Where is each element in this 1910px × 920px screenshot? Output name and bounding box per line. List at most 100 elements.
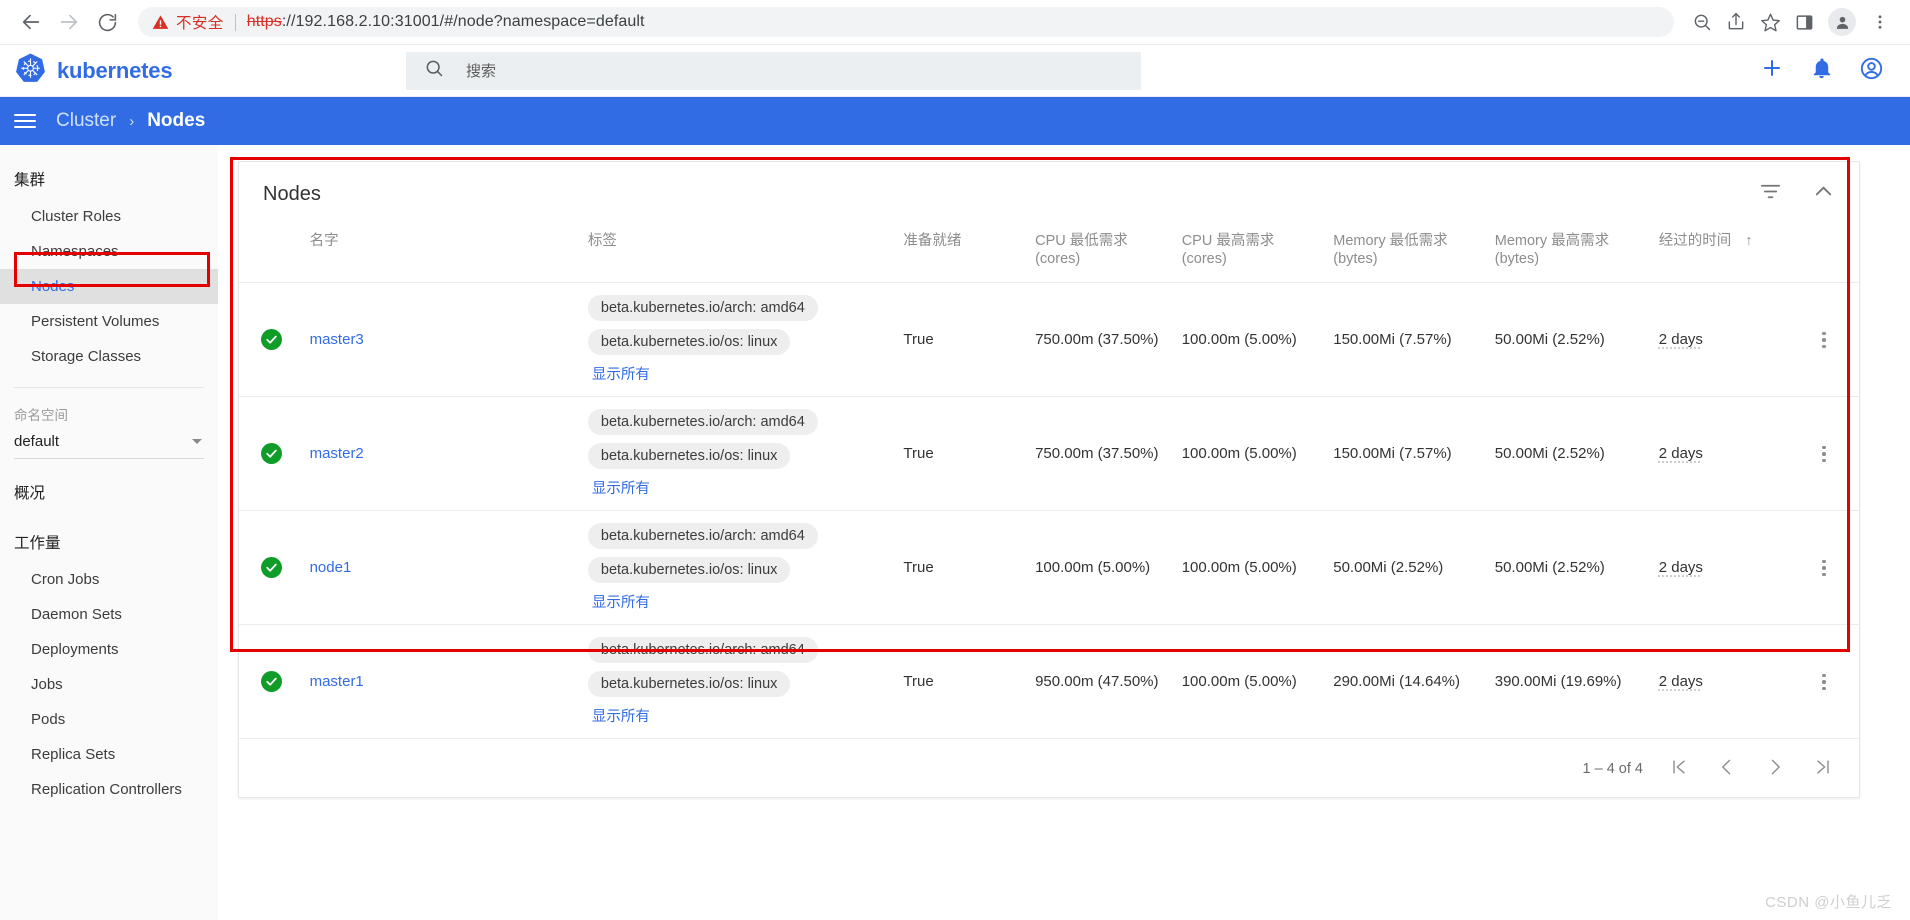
- row-cpu-max-cell: 100.00m (5.00%): [1175, 624, 1328, 740]
- reload-icon[interactable]: [90, 5, 124, 39]
- kebab-menu-icon[interactable]: [1795, 331, 1853, 348]
- chevron-up-icon[interactable]: [1812, 180, 1835, 208]
- back-arrow-icon[interactable]: [14, 5, 48, 39]
- address-bar[interactable]: 不安全 https://192.168.2.10:31001/#/node?na…: [138, 7, 1674, 37]
- row-age-cell: 2 days: [1652, 282, 1790, 398]
- kebab-menu-icon[interactable]: [1795, 673, 1853, 690]
- omnibox-divider: [234, 13, 236, 31]
- show-all-labels-link[interactable]: 显示所有: [588, 705, 650, 726]
- col-mem-max-unit: (bytes): [1494, 251, 1540, 268]
- chevron-down-icon: [192, 439, 202, 444]
- table-row[interactable]: master1 beta.kubernetes.io/arch: amd64 b…: [239, 624, 1859, 740]
- row-mem-min-cell: 290.00Mi (14.64%): [1327, 624, 1489, 740]
- hamburger-menu-icon[interactable]: [14, 110, 36, 132]
- prev-page-button[interactable]: [1717, 757, 1737, 781]
- forward-arrow-icon[interactable]: [52, 5, 86, 39]
- label-chip: beta.kubernetes.io/os: linux: [587, 329, 791, 356]
- nodes-card-header: Nodes: [239, 162, 1859, 224]
- row-status-cell: [239, 510, 304, 626]
- bookmark-star-icon[interactable]: [1754, 6, 1786, 38]
- filter-icon[interactable]: [1759, 180, 1782, 208]
- card-header-actions: [1759, 180, 1835, 208]
- row-age-cell: 2 days: [1652, 510, 1790, 626]
- kebab-menu-icon[interactable]: [1795, 559, 1853, 576]
- zoom-out-icon[interactable]: [1686, 6, 1718, 38]
- global-search[interactable]: 搜索: [406, 51, 1141, 90]
- show-all-labels-link[interactable]: 显示所有: [588, 363, 650, 384]
- row-labels-cell: beta.kubernetes.io/arch: amd64 beta.kube…: [581, 510, 898, 626]
- share-icon[interactable]: [1720, 6, 1752, 38]
- row-ready-cell: True: [897, 510, 1030, 626]
- main-content: Nodes 名字 标签 准备就绪 CPU 最低需求 (cores) CPU 最高…: [218, 145, 1910, 920]
- search-input[interactable]: 搜索: [466, 60, 496, 81]
- row-status-cell: [239, 282, 304, 398]
- kebab-menu-icon[interactable]: [1795, 445, 1853, 462]
- sidebar-item-replication-controllers[interactable]: Replication Controllers: [0, 772, 218, 807]
- table-row[interactable]: node1 beta.kubernetes.io/arch: amd64 bet…: [239, 510, 1859, 626]
- sidebar-item-pods[interactable]: Pods: [0, 702, 218, 737]
- row-menu-cell: [1789, 624, 1859, 740]
- node-link[interactable]: node1: [310, 559, 352, 576]
- sidebar-item-cluster-roles[interactable]: Cluster Roles: [0, 199, 218, 234]
- sidebar-item-persistent-volumes[interactable]: Persistent Volumes: [0, 304, 218, 339]
- sidebar-item-storage-classes[interactable]: Storage Classes: [0, 339, 218, 374]
- sidebar-item-nodes[interactable]: Nodes: [0, 269, 218, 304]
- row-mem-min-cell: 150.00Mi (7.57%): [1327, 396, 1489, 512]
- first-page-button[interactable]: [1669, 757, 1689, 781]
- row-ready-cell: True: [897, 624, 1030, 740]
- row-labels-cell: beta.kubernetes.io/arch: amd64 beta.kube…: [581, 396, 898, 512]
- kubernetes-logo-icon: [14, 52, 47, 90]
- row-menu-cell: [1789, 282, 1859, 398]
- header-actions: [1760, 56, 1910, 86]
- show-all-labels-link[interactable]: 显示所有: [588, 477, 650, 498]
- row-cpu-min-cell: 750.00m (37.50%): [1029, 396, 1176, 512]
- sidebar-section-overview[interactable]: 概况: [0, 459, 218, 512]
- breadcrumb-bar: Cluster › Nodes: [0, 97, 1910, 145]
- row-age-cell: 2 days: [1652, 624, 1790, 740]
- table-header-row: 名字 标签 准备就绪 CPU 最低需求 (cores) CPU 最高需求 (co…: [239, 224, 1859, 284]
- row-age-cell: 2 days: [1652, 396, 1790, 512]
- col-cpu-max[interactable]: CPU 最高需求 (cores): [1175, 224, 1328, 284]
- pagination-range: 1 – 4 of 4: [1582, 761, 1643, 778]
- plus-icon[interactable]: [1760, 56, 1784, 85]
- not-secure-label: 不安全: [176, 15, 224, 32]
- col-mem-min[interactable]: Memory 最低需求 (bytes): [1327, 224, 1489, 284]
- sidebar-item-namespaces[interactable]: Namespaces: [0, 234, 218, 269]
- col-labels[interactable]: 标签: [581, 224, 898, 284]
- node-link[interactable]: master1: [310, 673, 364, 690]
- sidebar-item-deployments[interactable]: Deployments: [0, 632, 218, 667]
- col-mem-min-label: Memory 最低需求: [1333, 233, 1448, 249]
- sidebar-item-jobs[interactable]: Jobs: [0, 667, 218, 702]
- table-row[interactable]: master2 beta.kubernetes.io/arch: amd64 b…: [239, 396, 1859, 512]
- namespace-selected-value: default: [14, 433, 60, 450]
- namespace-select[interactable]: default: [14, 427, 204, 459]
- side-panel-icon[interactable]: [1788, 6, 1820, 38]
- row-cpu-min-cell: 750.00m (37.50%): [1029, 282, 1176, 398]
- col-name[interactable]: 名字: [303, 224, 582, 284]
- label-chip: beta.kubernetes.io/os: linux: [587, 443, 791, 470]
- table-row[interactable]: master3 beta.kubernetes.io/arch: amd64 b…: [239, 282, 1859, 398]
- brand-logo-area[interactable]: kubernetes: [0, 52, 406, 90]
- account-icon[interactable]: [1859, 56, 1884, 86]
- node-link[interactable]: master3: [310, 331, 364, 348]
- label-chip: beta.kubernetes.io/arch: amd64: [587, 409, 818, 436]
- show-all-labels-link[interactable]: 显示所有: [588, 591, 650, 612]
- node-link[interactable]: master2: [310, 445, 364, 462]
- row-menu-cell: [1789, 396, 1859, 512]
- col-age[interactable]: 经过的时间 ↑: [1652, 224, 1790, 284]
- bell-icon[interactable]: [1810, 57, 1833, 85]
- row-name-cell: master3: [303, 282, 582, 398]
- browser-menu-icon[interactable]: [1864, 6, 1896, 38]
- profile-avatar-icon[interactable]: [1828, 8, 1856, 36]
- sidebar-item-daemon-sets[interactable]: Daemon Sets: [0, 597, 218, 632]
- col-ready[interactable]: 准备就绪: [897, 224, 1030, 284]
- col-cpu-min[interactable]: CPU 最低需求 (cores): [1029, 224, 1176, 284]
- row-labels-cell: beta.kubernetes.io/arch: amd64 beta.kube…: [581, 282, 898, 398]
- breadcrumb-parent[interactable]: Cluster: [56, 110, 116, 132]
- label-chip: beta.kubernetes.io/arch: amd64: [587, 295, 818, 322]
- next-page-button[interactable]: [1765, 757, 1785, 781]
- col-mem-max[interactable]: Memory 最高需求 (bytes): [1488, 224, 1653, 284]
- sidebar-item-cron-jobs[interactable]: Cron Jobs: [0, 562, 218, 597]
- sidebar-item-replica-sets[interactable]: Replica Sets: [0, 737, 218, 772]
- last-page-button[interactable]: [1813, 757, 1833, 781]
